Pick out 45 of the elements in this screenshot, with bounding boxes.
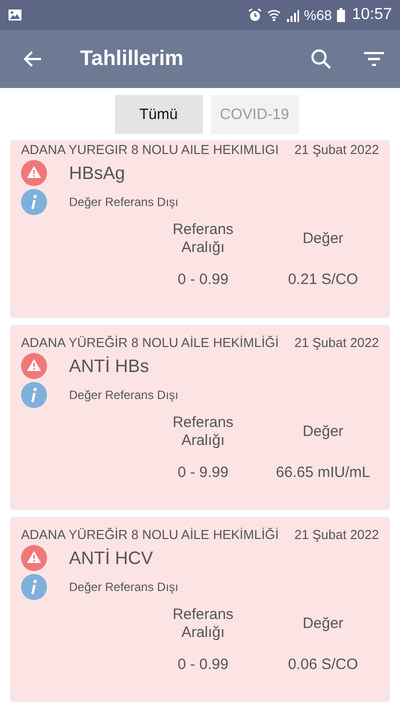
image-icon xyxy=(8,9,22,21)
search-icon[interactable] xyxy=(310,48,332,70)
status-note: Değer Referans Dışı xyxy=(69,195,178,209)
status-note: Değer Referans Dışı xyxy=(69,388,178,402)
clock: 10:57 xyxy=(352,6,392,24)
result-card[interactable]: ADANA YÜREĞİR 8 NOLU AİLE HEKİMLİĞİ 21 Şubat 2022 ANTİ HBs Değer Referans Dışı Referans Aralığı Değer 0 - 9.99 66.65 mIU/mL xyxy=(10,325,390,510)
reference-range: 0 - 0.99 xyxy=(176,656,230,673)
column-header: Referans Aralığı xyxy=(172,606,234,642)
column-header: Değer xyxy=(302,230,344,248)
clinic-name: ADANA YÜREĞİR 8 NOLU AİLE HEKİMLİĞİ xyxy=(21,527,279,542)
column-header: Değer xyxy=(302,615,344,633)
reference-range: 0 - 9.99 xyxy=(176,464,230,481)
test-name: ANTİ HBs xyxy=(69,356,150,376)
clinic-name: ADANA YÜREĞİR 8 NOLU AİLE HEKİMLİĞİ xyxy=(21,335,279,350)
filter-icon[interactable] xyxy=(364,52,384,66)
column-header: Referans Aralığı xyxy=(172,221,234,257)
result-value: 66.65 mIU/mL xyxy=(274,464,372,481)
column-header: Referans Aralığı xyxy=(172,414,234,450)
warning-icon xyxy=(21,353,47,379)
warning-icon xyxy=(21,545,47,571)
wifi-icon xyxy=(266,8,281,22)
back-arrow-icon[interactable] xyxy=(22,50,42,68)
result-card[interactable]: ADANA YUREGIR 8 NOLU AILE HEKIMLIGI 21 Şubat 2022 HBsAg Değer Referans Dışı Referans Aralığı Değer 0 - 0.99 0.21 S/CO xyxy=(10,140,390,318)
status-note: Değer Referans Dışı xyxy=(69,580,178,594)
info-icon xyxy=(21,382,47,408)
test-name: ANTİ HCV xyxy=(69,548,154,568)
reference-range: 0 - 0.99 xyxy=(176,271,230,288)
battery-percent: %68 xyxy=(304,7,332,23)
clinic-name: ADANA YUREGIR 8 NOLU AILE HEKIMLIGI xyxy=(21,142,279,157)
signal-icon xyxy=(286,8,299,22)
filter-tab[interactable]: Tümü xyxy=(114,95,202,134)
info-icon xyxy=(21,189,47,215)
info-icon xyxy=(21,574,47,600)
result-value: 0.06 S/CO xyxy=(286,656,360,673)
result-value: 0.21 S/CO xyxy=(286,271,360,288)
alarm-icon xyxy=(248,8,262,22)
result-card[interactable]: ADANA YÜREĞİR 8 NOLU AİLE HEKİMLİĞİ 21 Şubat 2022 ANTİ HCV Değer Referans Dışı Referans Aralığı Değer 0 - 0.99 0.06 S/CO xyxy=(10,517,390,702)
screen-title: Tahlillerim xyxy=(80,47,184,71)
result-date: 21 Şubat 2022 xyxy=(294,142,379,157)
test-name: HBsAg xyxy=(69,162,126,184)
column-header: Değer xyxy=(302,423,344,441)
battery-icon xyxy=(336,8,345,22)
result-date: 21 Şubat 2022 xyxy=(294,527,379,542)
warning-icon xyxy=(21,160,47,186)
result-date: 21 Şubat 2022 xyxy=(294,335,379,350)
